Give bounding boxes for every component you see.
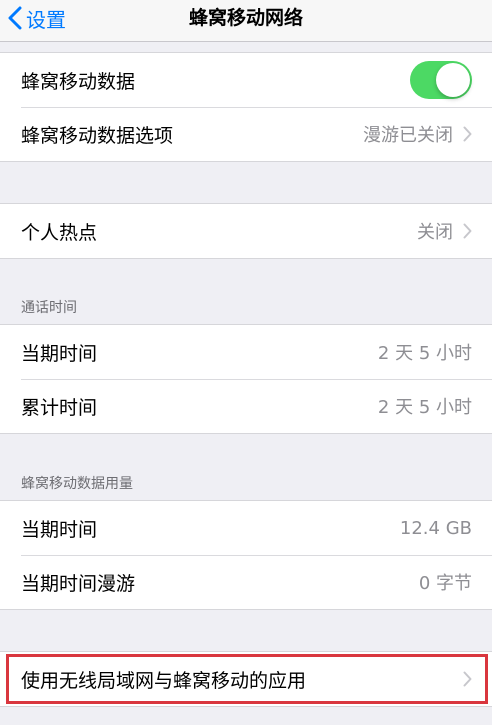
call-time-group: 当期时间 2 天 5 小时 累计时间 2 天 5 小时 bbox=[0, 324, 492, 434]
current-period-call-value: 2 天 5 小时 bbox=[377, 343, 472, 364]
data-usage-header: 蜂窝移动数据用量 bbox=[21, 476, 133, 492]
personal-hotspot-label: 个人热点 bbox=[21, 221, 98, 244]
page-title: 蜂窝移动网络 bbox=[188, 7, 303, 29]
current-period-data-label: 当期时间 bbox=[21, 518, 98, 541]
lifetime-call-label: 累计时间 bbox=[21, 396, 98, 419]
wlan-cellular-apps-row[interactable]: 使用无线局域网与蜂窝移动的应用 bbox=[0, 652, 492, 706]
chevron-right-icon bbox=[463, 126, 472, 142]
call-time-header: 通话时间 bbox=[21, 300, 77, 316]
current-period-call-row: 当期时间 2 天 5 小时 bbox=[0, 325, 492, 379]
current-period-roaming-value: 0 字节 bbox=[418, 573, 472, 594]
personal-hotspot-value: 关闭 bbox=[417, 222, 453, 243]
current-period-data-value: 12.4 GB bbox=[399, 517, 472, 539]
hotspot-group: 个人热点 关闭 bbox=[0, 203, 492, 259]
current-period-call-label: 当期时间 bbox=[21, 342, 98, 365]
current-period-data-row: 当期时间 12.4 GB bbox=[0, 501, 492, 555]
screen: 设置 蜂窝移动网络 蜂窝移动数据 蜂窝移动数据选项 漫游已关闭 个人热点 关闭 bbox=[0, 0, 492, 725]
cellular-data-options-value: 漫游已关闭 bbox=[363, 125, 453, 146]
chevron-right-icon bbox=[463, 671, 472, 687]
navigation-bar: 设置 蜂窝移动网络 bbox=[0, 0, 492, 42]
data-usage-group: 当期时间 12.4 GB 当期时间漫游 0 字节 bbox=[0, 500, 492, 610]
wlan-cellular-apps-label: 使用无线局域网与蜂窝移动的应用 bbox=[21, 669, 307, 692]
current-period-roaming-label: 当期时间漫游 bbox=[21, 572, 136, 595]
cellular-data-toggle[interactable] bbox=[410, 61, 472, 99]
cellular-data-row: 蜂窝移动数据 bbox=[0, 53, 492, 107]
current-period-roaming-row: 当期时间漫游 0 字节 bbox=[0, 555, 492, 609]
wlan-cellular-apps-group: 使用无线局域网与蜂窝移动的应用 bbox=[0, 651, 492, 707]
lifetime-call-value: 2 天 5 小时 bbox=[377, 397, 472, 418]
toggle-knob bbox=[436, 63, 470, 97]
cellular-data-options-label: 蜂窝移动数据选项 bbox=[21, 124, 174, 147]
cellular-data-options-row[interactable]: 蜂窝移动数据选项 漫游已关闭 bbox=[0, 107, 492, 161]
chevron-right-icon bbox=[463, 223, 472, 239]
cellular-data-label: 蜂窝移动数据 bbox=[21, 70, 136, 93]
personal-hotspot-row[interactable]: 个人热点 关闭 bbox=[0, 204, 492, 258]
lifetime-call-row: 累计时间 2 天 5 小时 bbox=[0, 379, 492, 433]
cellular-data-group: 蜂窝移动数据 蜂窝移动数据选项 漫游已关闭 bbox=[0, 52, 492, 162]
